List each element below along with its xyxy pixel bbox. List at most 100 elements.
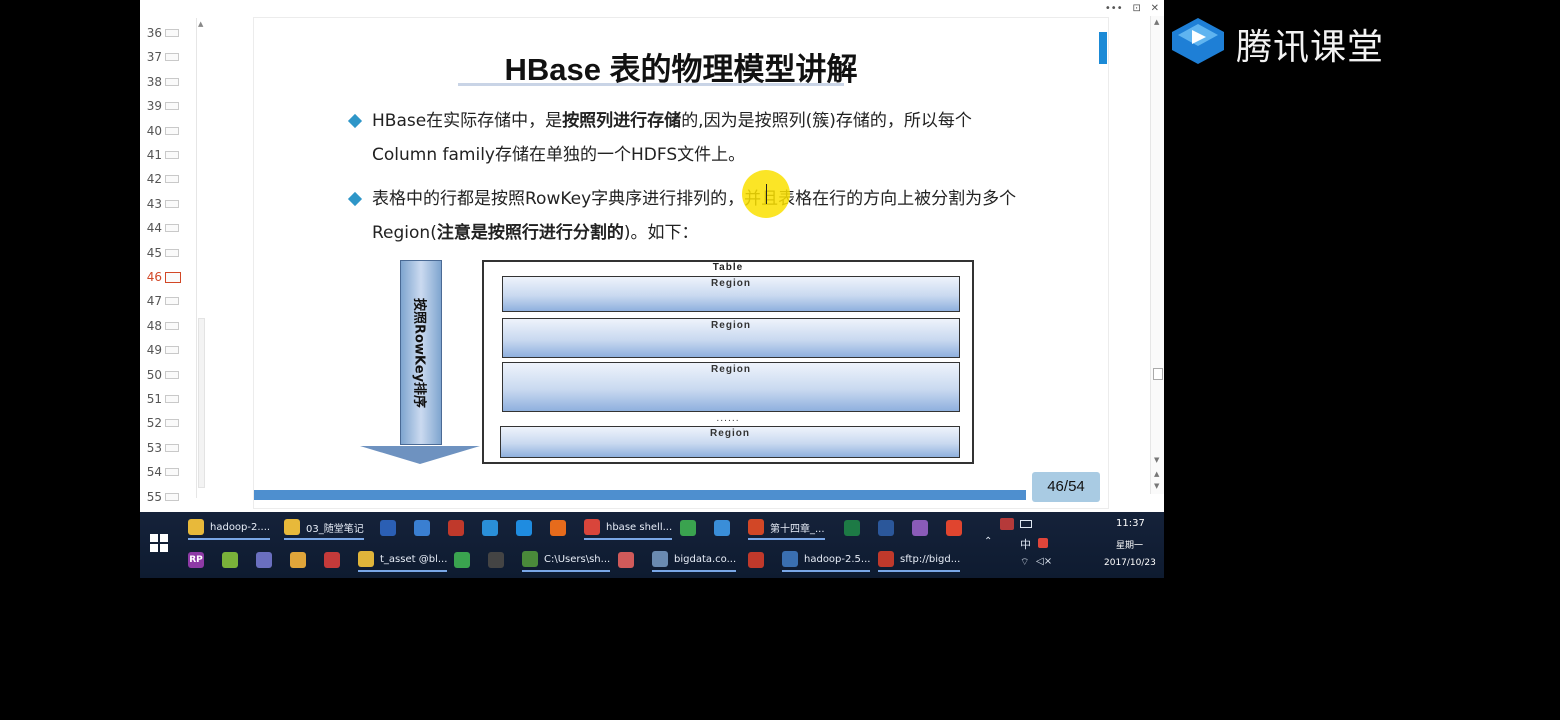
scrollbar-thumb[interactable] — [198, 318, 205, 488]
slide-thumbnail-51[interactable]: 51 — [140, 388, 198, 410]
close-icon[interactable]: ✕ — [1151, 3, 1159, 14]
taskbar-item-app-cup[interactable] — [290, 548, 312, 572]
slide-thumbnail-49[interactable]: 49 — [140, 339, 198, 361]
slide-thumbnail-40[interactable]: 40 — [140, 120, 198, 142]
app-globe-icon — [256, 552, 272, 568]
taskbar-item-navicat[interactable]: t_asset @bl... — [358, 548, 448, 572]
tray-app-icon[interactable] — [1000, 518, 1014, 530]
taskbar-item-app-green[interactable] — [680, 516, 702, 540]
taskbar-item-filezilla[interactable] — [748, 548, 770, 572]
ime-indicator[interactable]: 中 — [1020, 536, 1031, 552]
thumbnail-preview — [165, 468, 179, 477]
app-pc-icon — [454, 552, 470, 568]
thumbnail-preview — [165, 346, 179, 355]
clock-time[interactable]: 11:37 — [1116, 518, 1145, 529]
slide-footer-bar — [254, 490, 1026, 500]
taskbar-item-app-g[interactable] — [380, 516, 402, 540]
taskbar-item-app-pc[interactable] — [454, 548, 476, 572]
taskbar-item-label: 第十四章_... — [770, 523, 825, 535]
windows-logo-icon — [150, 544, 158, 552]
slide-thumbnail-45[interactable]: 45 — [140, 242, 198, 264]
volume-muted-icon[interactable]: ◁× — [1036, 556, 1052, 567]
thumbnail-number: 38 — [146, 74, 162, 89]
slide-thumbnail-42[interactable]: 42 — [140, 168, 198, 190]
taskbar-item-app-circle[interactable] — [222, 548, 244, 572]
slide-thumbnail-50[interactable]: 50 — [140, 364, 198, 386]
slide-thumbnail-48[interactable]: 48 — [140, 315, 198, 337]
start-button[interactable] — [150, 534, 170, 554]
excel-icon — [844, 520, 860, 536]
filezilla-icon — [878, 551, 894, 567]
taskbar-item-powerpoint[interactable]: 第十四章_... — [748, 516, 825, 540]
taskbar-item-label: hbase shell... — [606, 521, 673, 533]
slide-thumbnail-54[interactable]: 54 — [140, 461, 198, 483]
taskbar-item-ie[interactable] — [516, 516, 538, 540]
taskbar-item-excel[interactable] — [844, 516, 866, 540]
taskbar-item-app-eraser[interactable] — [618, 548, 640, 572]
taskbar-item-folder[interactable]: 03_随堂笔记 — [284, 516, 364, 540]
taskbar-item-app-box[interactable]: hadoop-2.5... — [782, 548, 871, 572]
slide-scrollbar[interactable]: ▲ ▼ ▲ ▼ — [1150, 16, 1164, 494]
taskbar-item-chrome[interactable]: hbase shell... — [584, 516, 673, 540]
scroll-up-icon[interactable]: ▲ — [198, 20, 203, 28]
taskbar-item-terminal[interactable]: C:\Users\sh... — [522, 548, 611, 572]
thumbnail-number: 36 — [146, 26, 162, 40]
thumbnail-preview — [165, 224, 179, 233]
taskbar-item-folder[interactable]: hadoop-2.... — [188, 516, 271, 540]
thumbnail-number: 51 — [146, 392, 162, 406]
taskbar-item-app-bird[interactable] — [714, 516, 736, 540]
slide-thumbnail-44[interactable]: 44 — [140, 217, 198, 239]
thumbnail-preview — [165, 77, 179, 86]
slide-thumbnail-39[interactable]: 39 — [140, 95, 198, 117]
taskbar-item-app-network[interactable] — [414, 516, 436, 540]
sogou-ime-icon[interactable] — [1038, 538, 1048, 548]
thumbnail-number: 45 — [146, 245, 162, 260]
bullet-text: HBase在实际存储中，是按照列进行存储的,因为是按照列(簇)存储的，所以每个C… — [372, 104, 1022, 172]
thumbnail-number: 40 — [146, 123, 162, 138]
slide-thumbnail-46[interactable]: 46 — [140, 266, 198, 288]
taskbar-item-label: sftp://bigd... — [900, 553, 961, 565]
previous-slide-icon[interactable]: ▲ — [1154, 470, 1159, 478]
taskbar-item-filezilla[interactable]: sftp://bigd... — [878, 548, 961, 572]
slide-thumbnail-37[interactable]: 37 — [140, 46, 198, 68]
slide-thumbnail-47[interactable]: 47 — [140, 290, 198, 312]
scroll-up-icon[interactable]: ▲ — [1154, 18, 1159, 26]
thumbnail-preview — [165, 151, 179, 159]
restore-icon[interactable]: ⊡ — [1132, 3, 1140, 14]
slide-thumbnail-38[interactable]: 38 — [140, 71, 198, 93]
taskbar-item-app-cube[interactable] — [324, 548, 346, 572]
scroll-down-icon[interactable]: ▼ — [1154, 456, 1159, 464]
taskbar-item-java[interactable] — [448, 516, 470, 540]
taskbar-item-app-k[interactable] — [482, 516, 504, 540]
slide-thumbnail-52[interactable]: 52 — [140, 412, 198, 434]
chevron-up-icon[interactable]: ⌃ — [984, 536, 992, 547]
taskbar-item-app-globe[interactable] — [256, 548, 278, 572]
taskbar-item-xmind[interactable] — [946, 516, 968, 540]
app-g-icon — [380, 520, 396, 536]
next-slide-icon[interactable]: ▼ — [1154, 482, 1159, 490]
thumbnail-preview — [165, 102, 179, 111]
slide-thumbnail-55[interactable]: 55 — [140, 486, 198, 508]
taskbar-item-rp[interactable]: RP — [188, 548, 210, 572]
taskbar-item-app-books[interactable] — [912, 516, 934, 540]
thumbnail-preview — [165, 492, 179, 501]
battery-icon[interactable] — [1020, 520, 1032, 528]
taskbar-item-app-window[interactable]: bigdata.co... — [652, 548, 737, 572]
clock-date[interactable]: 2017/10/23 — [1104, 558, 1156, 568]
taskbar-item-firefox[interactable] — [550, 516, 572, 540]
clock-weekday[interactable]: 星期一 — [1116, 538, 1143, 551]
scrollbar-thumb[interactable] — [1153, 368, 1163, 380]
slide-thumbnail-43[interactable]: 43 — [140, 193, 198, 215]
more-options-icon[interactable]: ••• — [1105, 3, 1123, 14]
taskbar-item-word[interactable] — [878, 516, 900, 540]
slide-thumbnail-53[interactable]: 53 — [140, 437, 198, 459]
thumbnail-scrollbar[interactable]: ▲ — [196, 18, 206, 498]
thumbnail-number: 43 — [146, 196, 162, 211]
slide-thumbnail-41[interactable]: 41 — [140, 144, 198, 166]
network-icon[interactable]: ⌔ — [1020, 556, 1029, 569]
firefox-icon — [550, 520, 566, 536]
slide-thumbnail-36[interactable]: 36 — [140, 22, 198, 44]
taskbar-item-intellij[interactable] — [488, 548, 510, 572]
thumbnail-number: 52 — [146, 416, 162, 431]
text-cursor-icon — [765, 184, 768, 204]
